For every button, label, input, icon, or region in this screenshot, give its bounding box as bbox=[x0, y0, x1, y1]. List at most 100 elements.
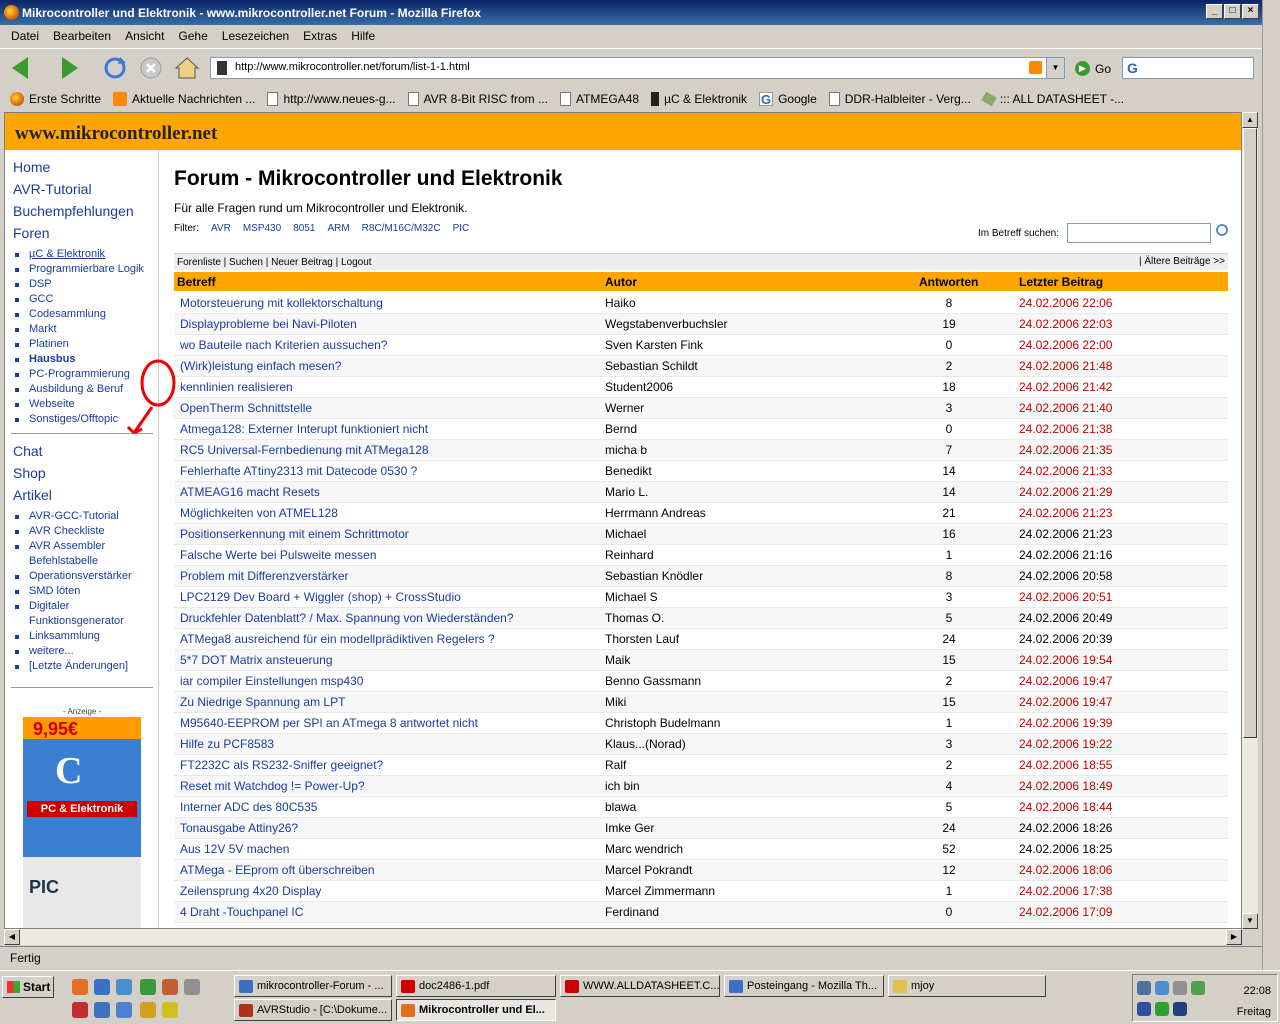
forum-category-link[interactable]: Webseite bbox=[13, 397, 144, 412]
app-quicklaunch-icon[interactable] bbox=[72, 1002, 88, 1018]
app-quicklaunch-icon[interactable] bbox=[162, 1002, 178, 1018]
taskbar-item[interactable]: mikrocontroller-Forum - ... bbox=[234, 975, 392, 997]
scroll-thumb[interactable] bbox=[1243, 128, 1257, 738]
back-button[interactable] bbox=[8, 55, 36, 81]
menu-lesezeichen[interactable]: Lesezeichen bbox=[222, 29, 289, 43]
scroll-up-button[interactable]: ▲ bbox=[1242, 112, 1258, 128]
nav-foren[interactable]: Foren bbox=[13, 225, 50, 241]
vertical-scrollbar[interactable]: ▲ ▼ bbox=[1242, 112, 1258, 929]
forum-category-link[interactable]: Markt bbox=[13, 322, 144, 337]
forum-category-link[interactable]: Platinen bbox=[13, 337, 144, 352]
thread-title-link[interactable]: Hilfe zu PCF8583 bbox=[180, 737, 274, 751]
app-quicklaunch-icon[interactable] bbox=[94, 1002, 110, 1018]
thread-title-link[interactable]: ATMega - EEprom oft überschreiben bbox=[180, 863, 375, 877]
filter-pic[interactable]: PIC bbox=[453, 223, 470, 234]
book-advertisement[interactable]: 9,95€ C PC & Elektronik PIC bbox=[23, 717, 141, 928]
stop-button[interactable] bbox=[138, 55, 166, 81]
forum-category-link[interactable]: Ausbildung & Beruf bbox=[13, 382, 144, 397]
forum-category-link[interactable]: DSP bbox=[13, 277, 144, 292]
thread-title-link[interactable]: Atmega128: Externer Interupt funktionier… bbox=[180, 422, 428, 436]
bookmark-item[interactable]: ATMEGA48 bbox=[559, 92, 639, 106]
thread-title-link[interactable]: Problem mit Differenzverstärker bbox=[180, 569, 349, 583]
nav-chat[interactable]: Chat bbox=[13, 443, 43, 459]
article-link[interactable]: Linksammlung bbox=[13, 629, 158, 644]
forum-category-link[interactable]: PC-Programmierung bbox=[13, 367, 144, 382]
forward-button[interactable] bbox=[56, 55, 84, 81]
app-quicklaunch-icon[interactable] bbox=[116, 1002, 132, 1018]
bookmark-item[interactable]: AVR 8-Bit RISC from ... bbox=[407, 92, 548, 106]
thread-title-link[interactable]: Zeilensprung 4x20 Display bbox=[180, 884, 321, 898]
network-icon[interactable] bbox=[1137, 981, 1151, 995]
forum-category-link[interactable]: Hausbus bbox=[13, 352, 144, 367]
tray-icon[interactable] bbox=[1173, 981, 1187, 995]
thread-title-link[interactable]: Möglichkeiten von ATMEL128 bbox=[180, 506, 338, 520]
filter-avr[interactable]: AVR bbox=[211, 223, 231, 234]
tray-icon[interactable] bbox=[1155, 981, 1169, 995]
site-logo[interactable]: www.mikrocontroller.net bbox=[15, 123, 217, 145]
thread-title-link[interactable]: Fehlerhafte ATtiny2313 mit Datecode 0530… bbox=[180, 464, 417, 478]
subject-search-input[interactable] bbox=[1067, 223, 1211, 243]
forum-category-link[interactable]: Sonstiges/Offtopic bbox=[13, 412, 144, 427]
minimize-button[interactable]: _ bbox=[1206, 4, 1223, 19]
tray-icon[interactable] bbox=[1191, 981, 1205, 995]
forum-category-link[interactable]: Codesammlung bbox=[13, 307, 144, 322]
scroll-left-button[interactable]: ◀ bbox=[4, 929, 20, 945]
bookmark-item[interactable]: ::: ALL DATASHEET -... bbox=[981, 91, 1124, 107]
thread-title-link[interactable]: ATMega8 ausreichend für ein modellprädik… bbox=[180, 632, 495, 646]
nav-buchempfehlungen[interactable]: Buchempfehlungen bbox=[13, 203, 134, 219]
menu-datei[interactable]: Datei bbox=[11, 29, 39, 43]
nav-artikel[interactable]: Artikel bbox=[13, 487, 52, 503]
security-icon[interactable] bbox=[1155, 1002, 1169, 1016]
thread-title-link[interactable]: wo Bauteile nach Kriterien aussuchen? bbox=[180, 338, 387, 352]
reload-button[interactable] bbox=[102, 55, 130, 81]
col-autor[interactable]: Autor bbox=[605, 275, 637, 289]
taskbar-item[interactable]: doc2486-1.pdf bbox=[396, 975, 556, 997]
app-quicklaunch-icon[interactable] bbox=[116, 979, 132, 995]
thread-title-link[interactable]: Displayprobleme bei Navi-Piloten bbox=[180, 317, 357, 331]
forum-actions[interactable]: Forenliste | Suchen | Neuer Beitrag | Lo… bbox=[177, 257, 372, 268]
bookmark-item[interactable]: G Google bbox=[759, 92, 817, 107]
filter-arm[interactable]: ARM bbox=[327, 223, 349, 234]
thread-title-link[interactable]: Motorsteuerung mit kollektorschaltung bbox=[180, 296, 383, 310]
thread-title-link[interactable]: 5*7 DOT Matrix ansteuerung bbox=[180, 653, 333, 667]
taskbar-item[interactable]: WWW.ALLDATASHEET.C... bbox=[560, 975, 720, 997]
bookmark-item[interactable]: DDR-Halbleiter - Verg... bbox=[828, 92, 971, 106]
menu-gehe[interactable]: Gehe bbox=[178, 29, 207, 43]
thunderbird-quicklaunch-icon[interactable] bbox=[94, 979, 110, 995]
forum-category-link[interactable]: GCC bbox=[13, 292, 144, 307]
start-button[interactable]: Start bbox=[2, 976, 54, 998]
article-link[interactable]: [Letzte Änderungen] bbox=[13, 659, 158, 674]
menu-hilfe[interactable]: Hilfe bbox=[351, 29, 375, 43]
filter-msp430[interactable]: MSP430 bbox=[243, 223, 281, 234]
thread-title-link[interactable]: Reset mit Watchdog != Power-Up? bbox=[180, 779, 365, 793]
app-quicklaunch-icon[interactable] bbox=[140, 1002, 156, 1018]
article-link[interactable]: Digitaler Funktionsgenerator bbox=[13, 599, 158, 629]
app-quicklaunch-icon[interactable] bbox=[184, 979, 200, 995]
article-link[interactable]: SMD löten bbox=[13, 584, 158, 599]
thread-title-link[interactable]: M95640-EEPROM per SPI an ATmega 8 antwor… bbox=[180, 716, 478, 730]
col-antworten[interactable]: Antworten bbox=[919, 275, 978, 289]
go-button[interactable]: ▶ Go bbox=[1075, 61, 1111, 76]
col-letzter-beitrag[interactable]: Letzter Beitrag bbox=[1019, 275, 1103, 289]
search-input[interactable]: G bbox=[1122, 57, 1254, 79]
thread-title-link[interactable]: RC5 Universal-Fernbedienung mit ATMega12… bbox=[180, 443, 429, 457]
firefox-quicklaunch-icon[interactable] bbox=[72, 979, 88, 995]
thread-title-link[interactable]: LPC2129 Dev Board + Wiggler (shop) + Cro… bbox=[180, 590, 461, 604]
maximize-button[interactable]: □ bbox=[1224, 4, 1241, 19]
clock-time[interactable]: 22:08 bbox=[1243, 985, 1271, 997]
bookmark-item[interactable]: http://www.neues-g... bbox=[267, 92, 396, 106]
thread-title-link[interactable]: 4 Draht -Touchpanel IC bbox=[180, 905, 303, 919]
article-link[interactable]: AVR-GCC-Tutorial bbox=[13, 509, 158, 524]
menu-bearbeiten[interactable]: Bearbeiten bbox=[53, 29, 111, 43]
thread-title-link[interactable]: ATMEAG16 macht Resets bbox=[180, 485, 320, 499]
thread-title-link[interactable]: FT2232C als RS232-Sniffer geeignet? bbox=[180, 758, 383, 772]
filter-r8c[interactable]: R8C/M16C/M32C bbox=[362, 223, 441, 234]
article-link[interactable]: AVR Checkliste bbox=[13, 524, 158, 539]
app-quicklaunch-icon[interactable] bbox=[162, 979, 178, 995]
thread-title-link[interactable]: Zu Niedrige Spannung am LPT bbox=[180, 695, 345, 709]
taskbar-item-active[interactable]: Mikrocontroller und El... bbox=[396, 999, 556, 1021]
taskbar-item[interactable]: mjoy bbox=[888, 975, 1046, 997]
thread-title-link[interactable]: Positionserkennung mit einem Schrittmoto… bbox=[180, 527, 409, 541]
thread-title-link[interactable]: Druckfehler Datenblatt? / Max. Spannung … bbox=[180, 611, 514, 625]
nav-home[interactable]: Home bbox=[13, 159, 50, 175]
